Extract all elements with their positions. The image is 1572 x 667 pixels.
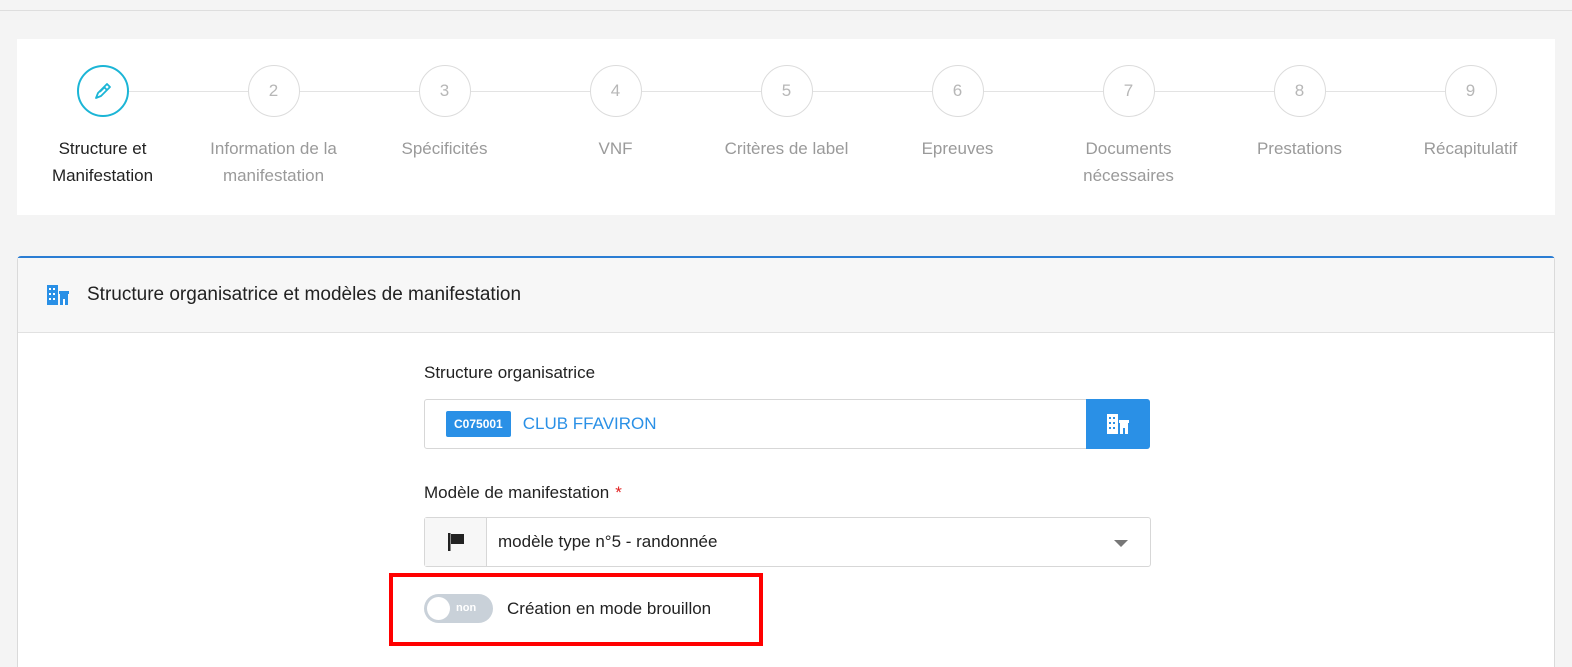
structure-form: Structure organisatrice C075001 CLUB FFA… (424, 363, 1151, 623)
step-1-label: Structure et Manifestation (17, 135, 188, 189)
structure-field[interactable]: C075001 CLUB FFAVIRON (424, 399, 1150, 449)
step-6-label: Epreuves (872, 135, 1043, 162)
step-6[interactable]: 6 Epreuves (872, 65, 1043, 162)
step-1-circle[interactable] (76, 65, 129, 117)
step-8-circle[interactable]: 8 (1273, 65, 1326, 117)
step-3-circle[interactable]: 3 (418, 65, 471, 117)
step-label-line: Documents (1085, 139, 1172, 158)
step-label-line: Information de la (210, 139, 337, 158)
top-divider (0, 10, 1572, 11)
building-icon (1107, 414, 1129, 434)
toggle-state-text: non (456, 602, 477, 614)
model-label: Modèle de manifestation * (424, 483, 1151, 503)
step-label-line: Epreuves (921, 139, 994, 158)
draft-toggle-row: non Création en mode brouillon (424, 594, 1151, 623)
step-9-circle[interactable]: 9 (1444, 65, 1497, 117)
structure-code-badge: C075001 (446, 411, 511, 437)
step-4[interactable]: 4 VNF (530, 65, 701, 162)
step-7-circle[interactable]: 7 (1102, 65, 1155, 117)
step-label-line: manifestation (222, 166, 325, 185)
step-2-circle[interactable]: 2 (247, 65, 300, 117)
draft-toggle[interactable]: non (424, 594, 493, 623)
draft-toggle-label: Création en mode brouillon (507, 598, 712, 618)
required-marker: * (615, 483, 622, 502)
step-label-line: Prestations (1256, 139, 1343, 158)
select-structure-button[interactable] (1086, 399, 1150, 449)
step-9-label: Récapitulatif (1385, 135, 1556, 162)
structure-label: Structure organisatrice (424, 363, 596, 382)
pencil-icon (94, 83, 111, 99)
card-title: Structure organisatrice et modèles de ma… (87, 284, 522, 305)
step-label-line: nécessaires (1083, 166, 1174, 185)
flag-icon (447, 533, 464, 551)
step-4-circle[interactable]: 4 (589, 65, 642, 117)
step-9[interactable]: 9 Récapitulatif (1385, 65, 1556, 162)
card-header: Structure organisatrice et modèles de ma… (18, 258, 1554, 333)
step-label-line: Structure et (58, 139, 147, 158)
model-label-text: Modèle de manifestation (424, 483, 610, 502)
model-selected-value: modèle type n°5 - randonnée (498, 532, 718, 551)
step-7-label: Documents nécessaires (1043, 135, 1214, 189)
step-2-label: Information de la manifestation (188, 135, 359, 189)
flag-addon (425, 518, 487, 566)
step-label-line: Manifestation (51, 166, 154, 185)
building-icon (47, 285, 69, 305)
toggle-knob (427, 597, 450, 620)
step-label-line: VNF (598, 139, 633, 158)
step-1[interactable]: Structure et Manifestation (17, 65, 188, 189)
step-5-label: Critères de label (701, 135, 872, 162)
step-8[interactable]: 8 Prestations (1214, 65, 1385, 162)
step-7[interactable]: 7 Documents nécessaires (1043, 65, 1214, 189)
step-3[interactable]: 3 Spécificités (359, 65, 530, 162)
step-3-label: Spécificités (359, 135, 530, 162)
wizard-stepper: Structure et Manifestation 2 Information… (17, 39, 1555, 215)
chevron-down-icon[interactable] (1114, 540, 1128, 547)
step-label-line: Récapitulatif (1423, 139, 1518, 158)
step-label-line: Critères de label (724, 139, 849, 158)
step-2[interactable]: 2 Information de la manifestation (188, 65, 359, 189)
step-4-label: VNF (530, 135, 701, 162)
structure-name[interactable]: CLUB FFAVIRON (523, 414, 657, 434)
structure-card: Structure organisatrice et modèles de ma… (17, 256, 1555, 667)
step-6-circle[interactable]: 6 (931, 65, 984, 117)
model-select[interactable]: modèle type n°5 - randonnée (424, 517, 1151, 567)
step-8-label: Prestations (1214, 135, 1385, 162)
step-label-line: Spécificités (401, 139, 488, 158)
step-5-circle[interactable]: 5 (760, 65, 813, 117)
step-5[interactable]: 5 Critères de label (701, 65, 872, 162)
